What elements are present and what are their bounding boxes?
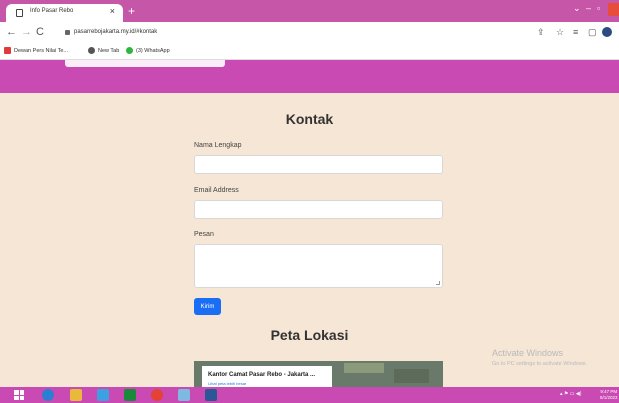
lock-icon[interactable] [65, 30, 70, 35]
reload-button[interactable]: C [36, 26, 44, 38]
bookmark-label: Dewan Pers Nilai Te... [14, 47, 69, 54]
photos-app-icon[interactable] [178, 389, 190, 401]
resize-handle[interactable] [436, 281, 440, 285]
globe-icon [88, 47, 95, 54]
dropdown-overlay [65, 60, 225, 67]
bookmark-whatsapp[interactable]: (3) WhatsApp [126, 47, 170, 54]
bookmark-label: New Tab [98, 47, 120, 54]
map-info-card: Kantor Camat Pasar Rebo - Jakarta ... Li… [202, 366, 332, 387]
close-tab-icon[interactable]: × [110, 6, 115, 16]
browser-tab[interactable]: Info Pasar Rebo × [6, 4, 123, 22]
map-tile [394, 369, 429, 383]
name-label: Nama Lengkap [194, 142, 242, 149]
media-app-icon[interactable] [97, 389, 109, 401]
tab-title: Info Pasar Rebo [30, 8, 74, 14]
address-bar: ← → C pasarrebojakarta.my.id/#kontak ⇪ ☆… [0, 22, 619, 44]
bookmarks-bar: Dewan Pers Nilai Te... New Tab (3) Whats… [0, 44, 619, 60]
back-button[interactable]: ← [6, 26, 17, 38]
bookmark-label: (3) WhatsApp [136, 47, 170, 54]
word-icon[interactable] [205, 389, 217, 401]
activate-windows-subtitle: Go to PC settings to activate Windows. [492, 361, 588, 367]
store-app-icon[interactable] [124, 389, 136, 401]
minimize-button[interactable]: – [586, 3, 591, 13]
email-input[interactable] [194, 200, 443, 219]
news-site-icon [4, 47, 11, 54]
page-favicon-icon [16, 9, 23, 17]
whatsapp-icon [126, 47, 133, 54]
email-label: Email Address [194, 187, 239, 194]
site-header [0, 60, 619, 93]
file-explorer-icon[interactable] [70, 389, 82, 401]
larger-map-link[interactable]: Lihat peta lebih besar [208, 381, 246, 386]
bookmark-star-icon[interactable]: ☆ [556, 27, 564, 37]
internet-explorer-icon[interactable] [42, 389, 54, 401]
url-field[interactable]: pasarrebojakarta.my.id/#kontak [74, 29, 157, 35]
contact-heading: Kontak [285, 111, 334, 127]
map-heading: Peta Lokasi [270, 327, 349, 343]
share-icon[interactable]: ⇪ [537, 27, 545, 37]
side-panel-icon[interactable]: ▢ [588, 27, 597, 37]
restore-button[interactable]: ▫ [597, 3, 600, 13]
map-place-title: Kantor Camat Pasar Rebo - Jakarta ... [208, 372, 316, 378]
windows-start-icon[interactable] [14, 390, 24, 400]
embedded-map[interactable]: Kantor Camat Pasar Rebo - Jakarta ... Li… [194, 361, 443, 387]
taskbar-clock[interactable]: 9:47 PM 8/1/2023 [600, 389, 618, 401]
name-input[interactable] [194, 155, 443, 174]
bookmark-dewan-pers[interactable]: Dewan Pers Nilai Te... [4, 47, 68, 54]
map-tile [344, 363, 384, 373]
profile-avatar[interactable] [602, 27, 612, 37]
reading-list-icon[interactable]: ≡ [573, 27, 578, 37]
windows-taskbar: ▴ ⚑ ▭ ◀) 9:47 PM 8/1/2023 [0, 387, 619, 403]
window-close-button[interactable] [608, 3, 619, 16]
activate-windows-title: Activate Windows [492, 348, 564, 358]
chrome-icon[interactable] [151, 389, 163, 401]
submit-button[interactable]: Kirim [194, 298, 221, 315]
browser-tab-strip: Info Pasar Rebo × + ⌄ – ▫ [0, 0, 619, 22]
system-tray-icons[interactable]: ▴ ⚑ ▭ ◀) [560, 391, 581, 397]
forward-button[interactable]: → [21, 26, 32, 38]
tab-search-icon[interactable]: ⌄ [573, 3, 581, 13]
message-label: Pesan [194, 231, 214, 238]
bookmark-new-tab[interactable]: New Tab [88, 47, 119, 54]
clock-date: 8/1/2023 [600, 395, 618, 400]
new-tab-button[interactable]: + [128, 5, 135, 17]
message-textarea[interactable] [194, 244, 443, 288]
